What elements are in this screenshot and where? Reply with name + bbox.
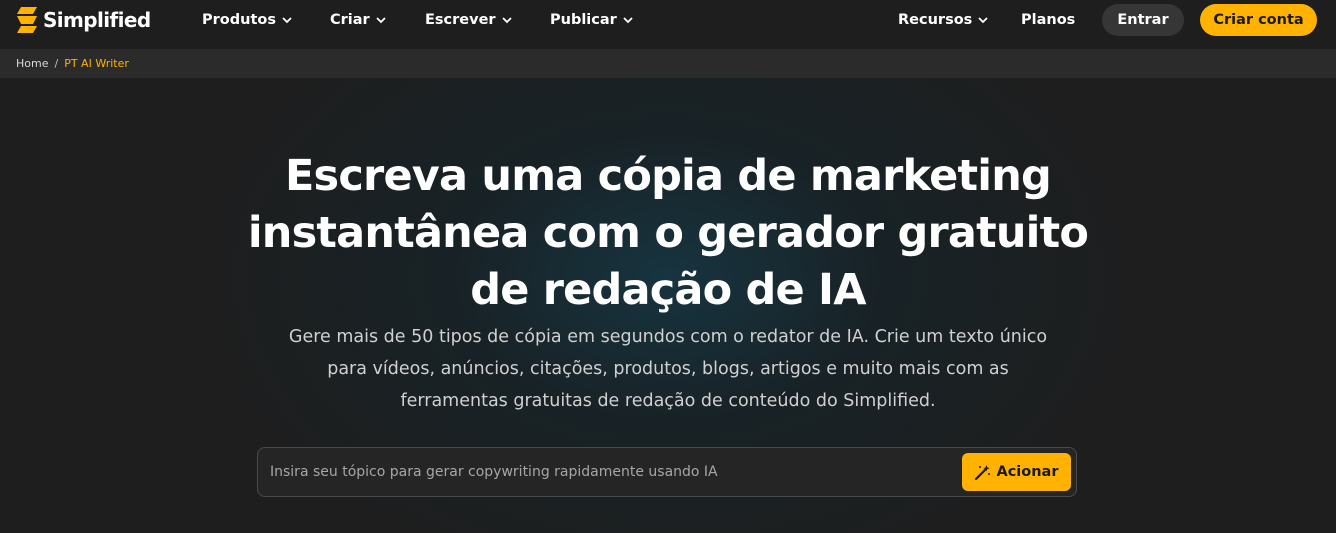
nav-criar-label: Criar <box>330 12 370 28</box>
topic-search-box: Acionar <box>257 447 1077 497</box>
topic-input[interactable] <box>270 458 960 486</box>
top-navigation: Simplified Produtos Criar Escrever Publi… <box>0 0 1336 40</box>
nav-escrever[interactable]: Escrever <box>425 10 512 30</box>
chevron-down-icon <box>501 16 512 23</box>
chevron-down-icon <box>978 16 988 23</box>
nav-publicar[interactable]: Publicar <box>550 10 633 30</box>
breadcrumb-home-link[interactable]: Home <box>16 57 48 70</box>
acionar-button[interactable]: Acionar <box>962 453 1071 491</box>
chevron-down-icon <box>282 16 292 23</box>
hero-title-line: Escreva uma cópia de marketing <box>284 151 1052 201</box>
nav-planos-label: Planos <box>1021 12 1076 28</box>
criar-conta-button[interactable]: Criar conta <box>1200 4 1317 36</box>
nav-produtos[interactable]: Produtos <box>202 10 292 30</box>
nav-planos[interactable]: Planos <box>1021 10 1075 30</box>
hero-title-line: de redação de IA <box>470 265 866 315</box>
magic-wand-icon <box>975 464 991 480</box>
hero-title: Escreva uma cópia de marketing instantân… <box>200 148 1136 319</box>
hero-subtitle-line: ferramentas gratuitas de redação de cont… <box>400 391 936 411</box>
chevron-down-icon <box>376 16 386 23</box>
hero-subtitle-line: Gere mais de 50 tipos de cópia em segund… <box>288 327 1048 347</box>
nav-produtos-label: Produtos <box>202 12 276 28</box>
chevron-down-icon <box>623 16 633 23</box>
hero-title-line: instantânea com o gerador gratuito <box>247 208 1089 258</box>
hero-subtitle-line: para vídeos, anúncios, citações, produto… <box>327 359 1009 379</box>
nav-recursos[interactable]: Recursos <box>898 10 988 30</box>
logo-text: Simplified <box>43 8 151 32</box>
nav-criar[interactable]: Criar <box>330 10 386 30</box>
nav-escrever-label: Escrever <box>425 12 496 28</box>
nav-recursos-label: Recursos <box>898 12 973 28</box>
breadcrumb-current: PT AI Writer <box>64 57 129 70</box>
entrar-button[interactable]: Entrar <box>1102 4 1184 36</box>
acionar-button-label: Acionar <box>996 464 1059 480</box>
simplified-logo-icon <box>17 7 37 33</box>
hero-subtitle: Gere mais de 50 tipos de cópia em segund… <box>240 321 1096 417</box>
nav-publicar-label: Publicar <box>550 12 617 28</box>
breadcrumb-separator: / <box>54 57 59 70</box>
breadcrumb: Home / PT AI Writer <box>0 49 1336 78</box>
logo[interactable]: Simplified <box>15 6 151 34</box>
